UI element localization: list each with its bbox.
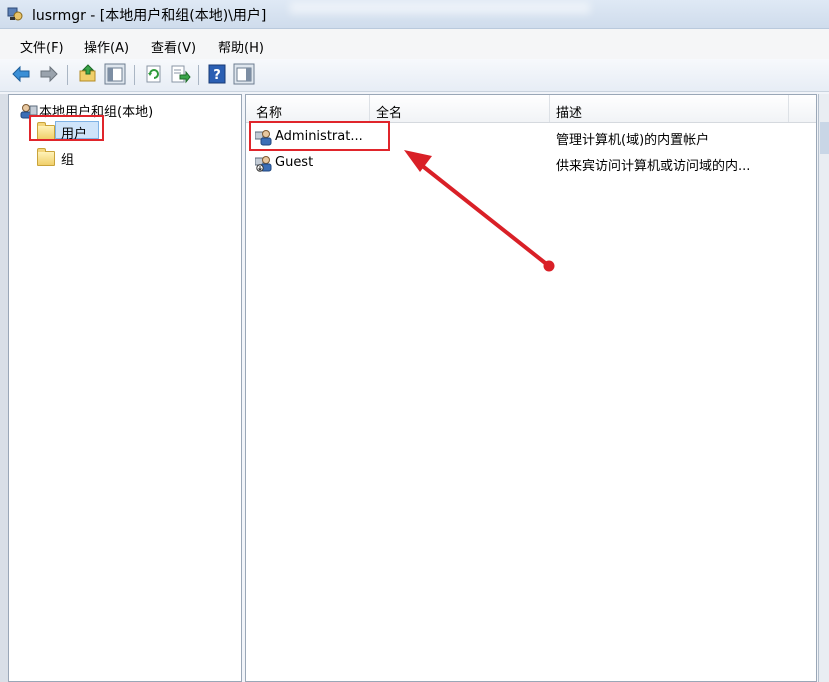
refresh-icon[interactable] [143, 63, 165, 85]
row-name: Guest [275, 155, 314, 170]
menu-action[interactable]: 操作(A) [84, 37, 129, 56]
tree-item-groups[interactable]: 组 [61, 149, 74, 168]
export-list-icon[interactable] [169, 63, 191, 85]
forward-arrow-icon[interactable] [38, 63, 60, 85]
column-header-name[interactable]: 名称 [256, 102, 282, 121]
window-title: lusrmgr - [本地用户和组(本地)\用户] [32, 8, 267, 24]
table-row[interactable]: Guest 供来宾访问计算机或访问域的内... [246, 151, 816, 175]
show-hide-action-pane-icon[interactable] [233, 63, 255, 85]
show-hide-tree-icon[interactable] [104, 63, 126, 85]
right-edge-strip [818, 94, 829, 682]
title-bar: lusrmgr - [本地用户和组(本地)\用户] [0, 0, 829, 29]
row-description: 供来宾访问计算机或访问域的内... [556, 159, 751, 174]
svg-text:?: ? [213, 68, 221, 83]
row-description: 管理计算机(域)的内置帐户 [556, 133, 710, 148]
column-header-fullname[interactable]: 全名 [376, 102, 402, 121]
users-highlight-box [29, 115, 104, 141]
menu-bar: 文件(F) 操作(A) 查看(V) 帮助(H) [0, 29, 829, 59]
list-pane: 名称 全名 描述 Administrat... 管理计算机(域)的内置帐户 Gu… [245, 94, 817, 682]
menu-file[interactable]: 文件(F) [20, 37, 64, 56]
tree-pane: 本地用户和组(本地) 用户 组 [8, 94, 242, 682]
administrator-highlight-box [249, 121, 390, 151]
up-folder-icon[interactable] [77, 63, 99, 85]
column-header-description[interactable]: 描述 [556, 102, 582, 121]
user-account-disabled-icon [255, 156, 272, 172]
folder-icon [37, 148, 55, 166]
toolbar: ? [0, 59, 829, 92]
help-icon[interactable]: ? [206, 63, 228, 85]
back-arrow-icon[interactable] [10, 63, 32, 85]
list-header: 名称 全名 描述 [246, 95, 816, 123]
menu-help[interactable]: 帮助(H) [218, 37, 264, 56]
menu-view[interactable]: 查看(V) [151, 37, 196, 56]
computer-management-icon [7, 7, 23, 21]
